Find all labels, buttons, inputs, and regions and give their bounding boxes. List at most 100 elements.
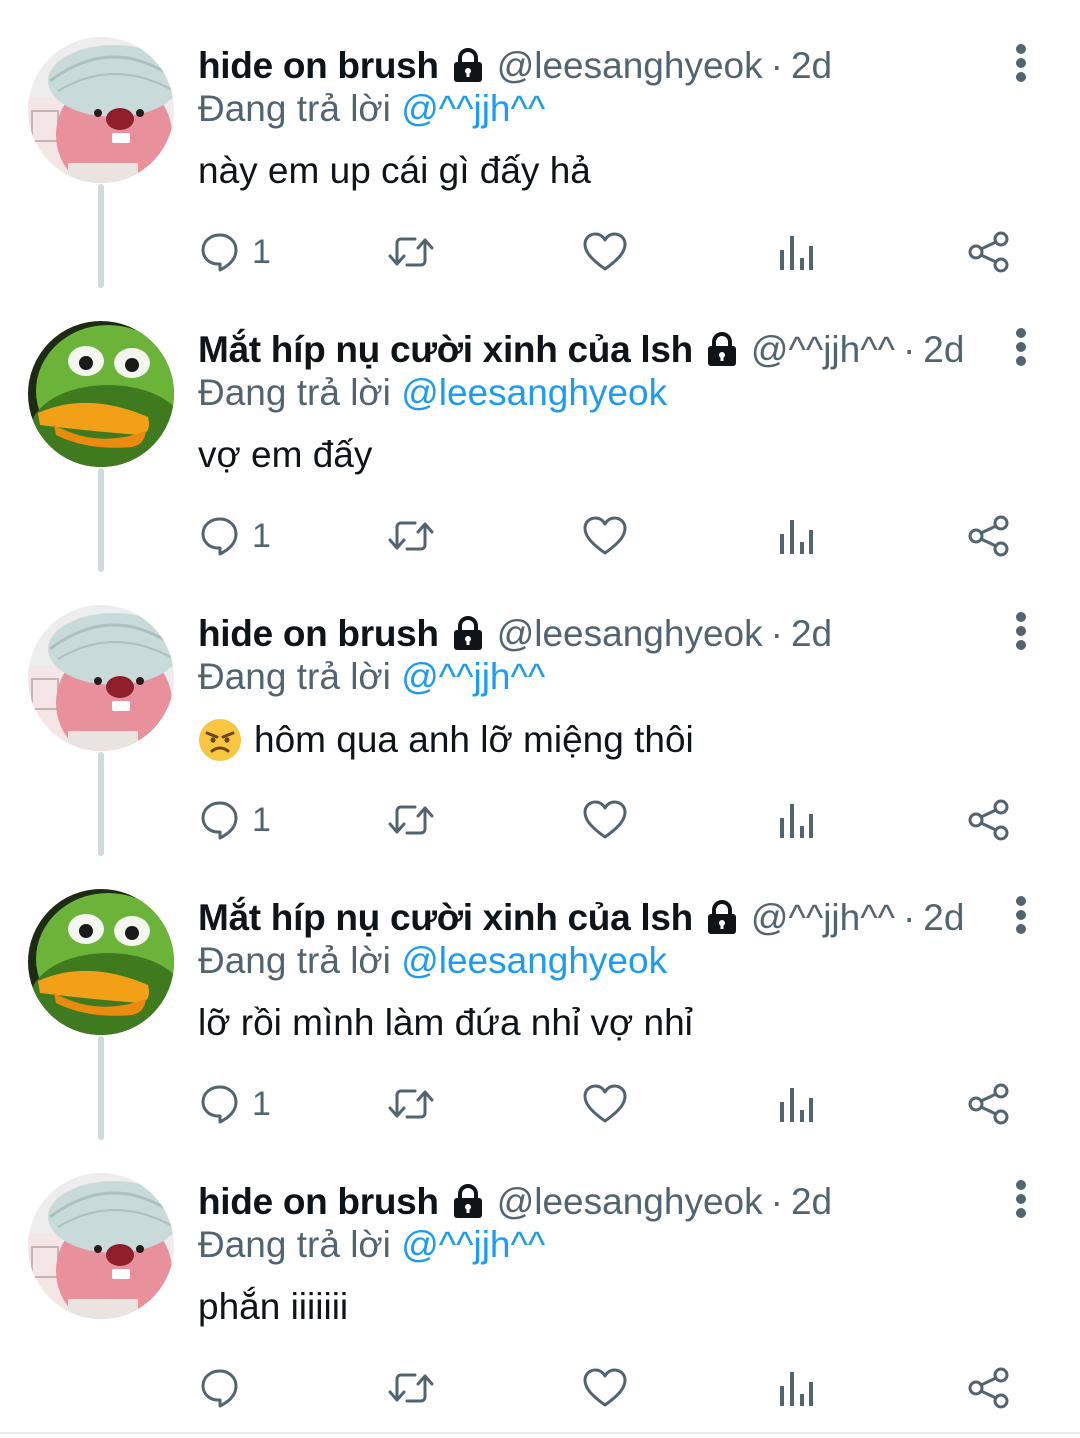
timestamp[interactable]: 2d xyxy=(791,1181,832,1223)
share-button[interactable] xyxy=(966,512,1012,560)
user-handle[interactable]: @leesanghyeok xyxy=(497,613,763,655)
tweet-header: Mắt híp nụ cười xinh của lsh @^^jjh^^ · … xyxy=(198,326,964,374)
share-icon xyxy=(968,1367,1009,1409)
tweet[interactable]: hide on brush @leesanghyeok · 2d Đang tr… xyxy=(0,1136,1080,1420)
like-button[interactable] xyxy=(582,1080,628,1128)
tweet[interactable]: Mắt híp nụ cười xinh của lsh @^^jjh^^ · … xyxy=(0,852,1080,1140)
tweet-text: hôm qua anh lỡ miệng thôi xyxy=(198,718,694,762)
views-icon xyxy=(780,1372,813,1406)
action-bar: 1 xyxy=(198,796,1028,844)
views-button[interactable] xyxy=(776,1364,816,1412)
avatar[interactable] xyxy=(28,1173,174,1319)
share-button[interactable] xyxy=(966,1080,1012,1128)
tweet[interactable]: hide on brush @leesanghyeok · 2d Đang tr… xyxy=(0,568,1080,856)
timestamp[interactable]: 2d xyxy=(923,329,964,371)
views-button[interactable] xyxy=(776,228,816,276)
display-name[interactable]: hide on brush xyxy=(198,613,439,655)
reply-button[interactable] xyxy=(198,1364,252,1412)
user-handle[interactable]: @leesanghyeok xyxy=(497,1181,763,1223)
like-button[interactable] xyxy=(582,512,628,560)
timestamp[interactable]: 2d xyxy=(791,45,832,87)
replying-to: Đang trả lời @leesanghyeok xyxy=(198,372,667,414)
action-bar xyxy=(198,1364,1028,1412)
share-icon xyxy=(968,231,1009,273)
reply-button[interactable]: 1 xyxy=(198,228,271,276)
reply-mention-link[interactable]: @leesanghyeok xyxy=(401,372,667,413)
replying-to: Đang trả lời @^^jjh^^ xyxy=(198,656,545,698)
retweet-button[interactable] xyxy=(386,1080,436,1128)
display-name[interactable]: Mắt híp nụ cười xinh của lsh xyxy=(198,329,693,371)
thread-connector xyxy=(98,468,104,572)
reply-button[interactable]: 1 xyxy=(198,796,271,844)
timestamp[interactable]: 2d xyxy=(923,897,964,939)
reply-mention-link[interactable]: @leesanghyeok xyxy=(401,940,667,981)
action-bar: 1 xyxy=(198,228,1028,276)
share-button[interactable] xyxy=(966,796,1012,844)
like-icon xyxy=(583,800,627,839)
more-options-icon[interactable] xyxy=(1000,610,1042,652)
separator-dot: · xyxy=(770,613,783,654)
lock-icon xyxy=(453,1184,482,1218)
like-icon xyxy=(583,516,627,555)
views-icon xyxy=(780,1088,813,1122)
divider xyxy=(0,1432,1080,1434)
user-handle[interactable]: @^^jjh^^ xyxy=(751,329,895,371)
share-button[interactable] xyxy=(966,228,1012,276)
reply-mention-link[interactable]: @^^jjh^^ xyxy=(401,88,545,129)
reply-mention-link[interactable]: @^^jjh^^ xyxy=(401,1224,545,1265)
retweet-icon xyxy=(388,521,434,551)
display-name[interactable]: hide on brush xyxy=(198,45,439,87)
separator-dot: · xyxy=(902,329,916,370)
retweet-icon xyxy=(388,1373,434,1403)
thread-connector xyxy=(98,752,104,856)
pink-plush-avatar xyxy=(28,1173,174,1319)
reply-button[interactable]: 1 xyxy=(198,512,271,560)
display-name[interactable]: Mắt híp nụ cười xinh của lsh xyxy=(198,897,693,939)
reply-icon xyxy=(201,801,238,840)
reply-button[interactable]: 1 xyxy=(198,1080,271,1128)
tweet-text: lỡ rồi mình làm đứa nhỉ vợ nhỉ xyxy=(198,1002,693,1044)
action-bar: 1 xyxy=(198,1080,1028,1128)
tweet[interactable]: Mắt híp nụ cười xinh của lsh @^^jjh^^ · … xyxy=(0,284,1080,572)
user-handle[interactable]: @^^jjh^^ xyxy=(751,897,895,939)
reply-thread: hide on brush @leesanghyeok · 2d Đang tr… xyxy=(0,0,1080,1438)
retweet-button[interactable] xyxy=(386,796,436,844)
reply-count: 1 xyxy=(252,800,271,839)
views-button[interactable] xyxy=(776,1080,816,1128)
green-frog-avatar xyxy=(28,321,174,467)
reply-mention-link[interactable]: @^^jjh^^ xyxy=(401,656,545,697)
views-button[interactable] xyxy=(776,512,816,560)
more-options-icon[interactable] xyxy=(1000,894,1042,936)
like-button[interactable] xyxy=(582,1364,628,1412)
avatar[interactable] xyxy=(28,605,174,751)
more-options-icon[interactable] xyxy=(1000,42,1042,84)
avatar[interactable] xyxy=(28,321,174,467)
share-icon xyxy=(968,515,1009,557)
user-handle[interactable]: @leesanghyeok xyxy=(497,45,763,87)
display-name[interactable]: hide on brush xyxy=(198,1181,439,1223)
pink-plush-avatar xyxy=(28,605,174,751)
like-icon xyxy=(583,232,627,271)
lock-icon xyxy=(453,48,482,82)
retweet-button[interactable] xyxy=(386,228,436,276)
tweet-text: phắn iiiiiii xyxy=(198,1286,348,1328)
pink-plush-avatar xyxy=(28,37,174,183)
views-button[interactable] xyxy=(776,796,816,844)
avatar[interactable] xyxy=(28,37,174,183)
share-button[interactable] xyxy=(966,1364,1012,1412)
tweet[interactable]: hide on brush @leesanghyeok · 2d Đang tr… xyxy=(0,0,1080,288)
lock-icon xyxy=(707,332,736,366)
like-button[interactable] xyxy=(582,228,628,276)
tweet-text: này em up cái gì đấy hả xyxy=(198,150,591,192)
timestamp[interactable]: 2d xyxy=(791,613,832,655)
replying-prefix: Đang trả lời xyxy=(198,372,391,413)
avatar[interactable] xyxy=(28,889,174,1035)
retweet-button[interactable] xyxy=(386,512,436,560)
reply-icon xyxy=(201,1085,238,1124)
more-options-icon[interactable] xyxy=(1000,1178,1042,1220)
separator-dot: · xyxy=(902,897,916,938)
reply-count: 1 xyxy=(252,1084,271,1123)
retweet-button[interactable] xyxy=(386,1364,436,1412)
more-options-icon[interactable] xyxy=(1000,326,1042,368)
like-button[interactable] xyxy=(582,796,628,844)
